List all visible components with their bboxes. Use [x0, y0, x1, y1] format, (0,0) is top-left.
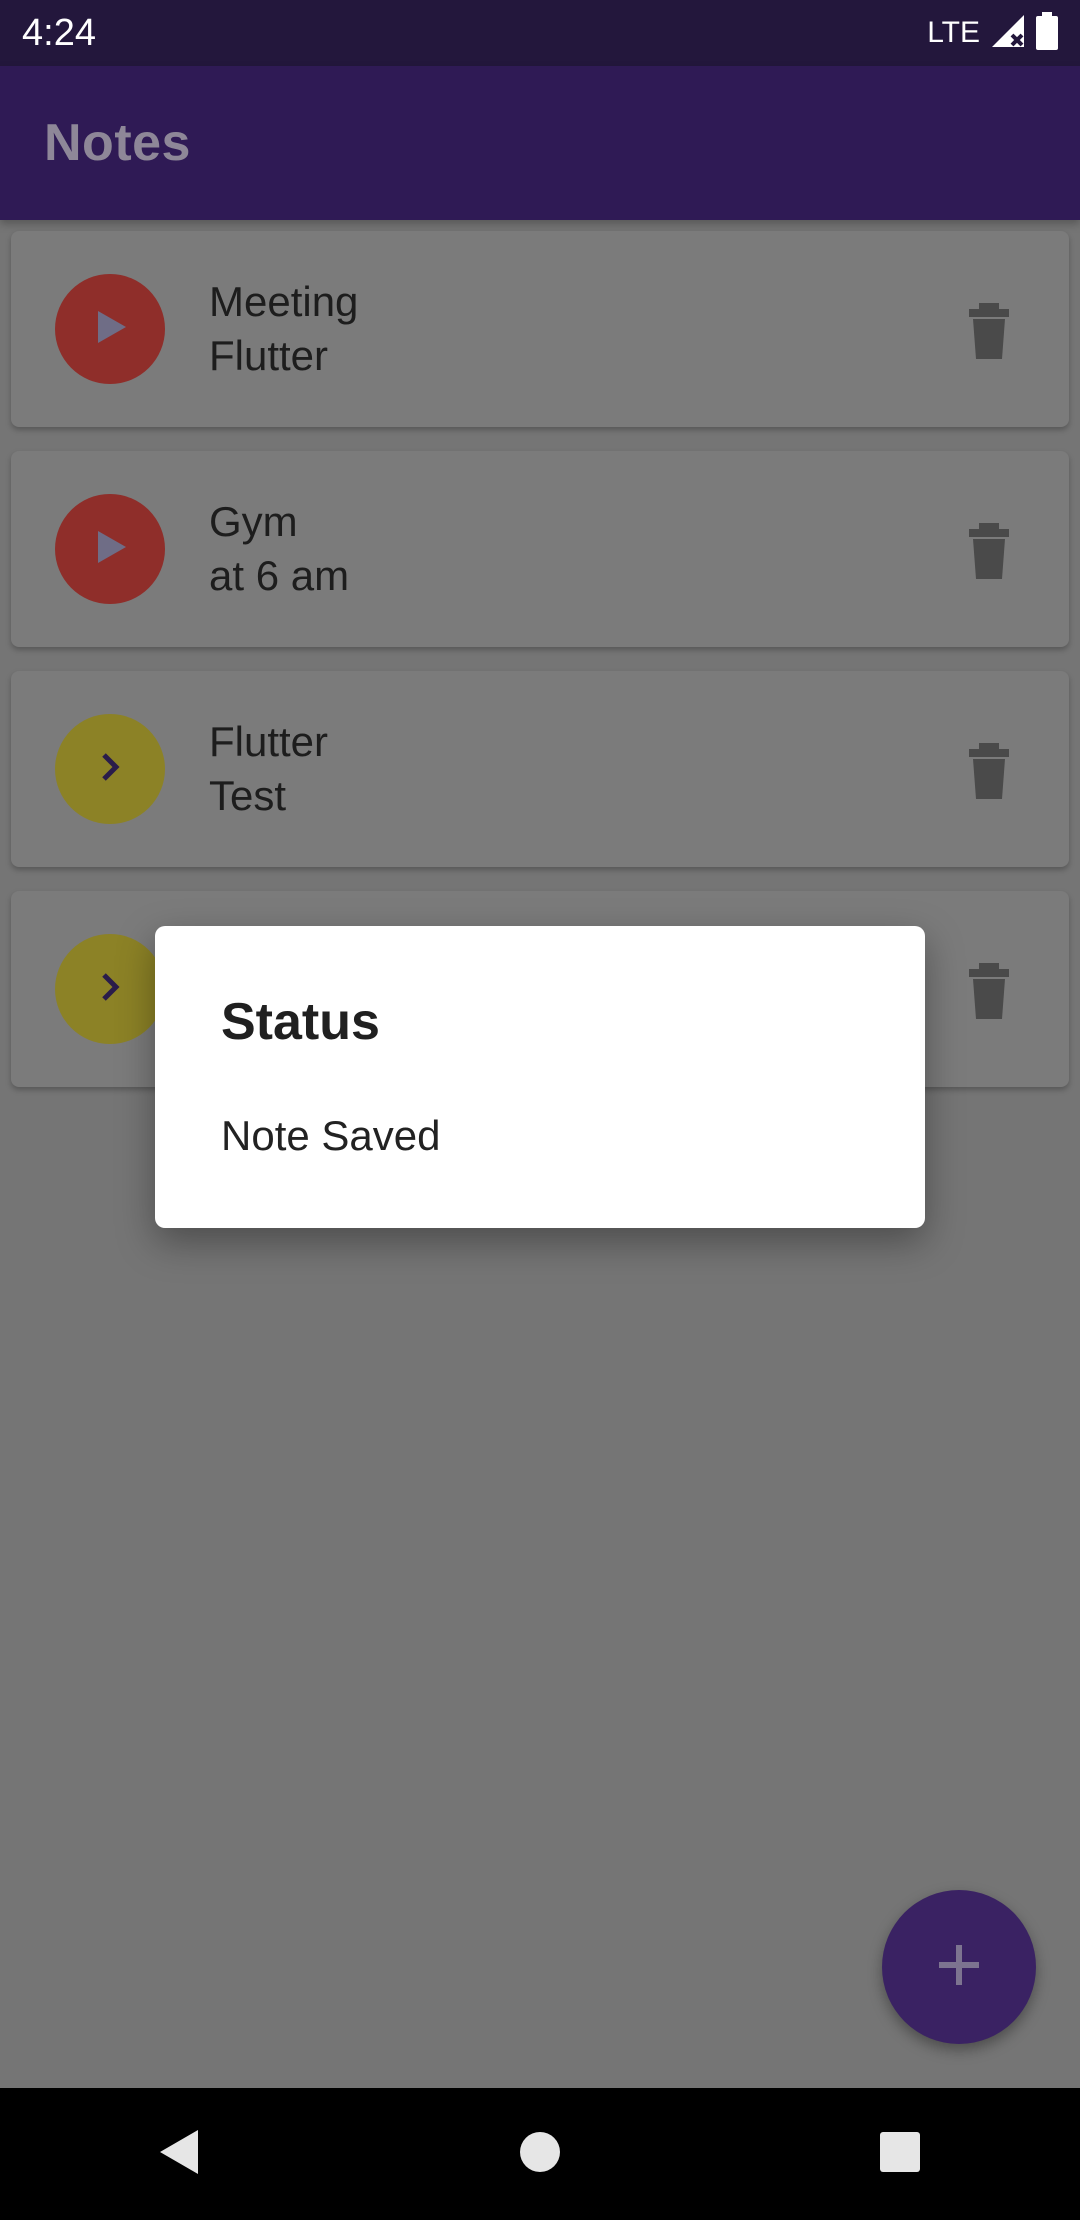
back-button[interactable]	[135, 2109, 225, 2199]
plus-icon	[937, 1943, 981, 1992]
recents-button[interactable]	[855, 2109, 945, 2199]
note-title: Flutter	[209, 718, 329, 765]
delete-icon[interactable]	[965, 303, 1013, 359]
note-card[interactable]: Flutter Test	[11, 671, 1069, 867]
app-bar: Notes	[0, 66, 1080, 220]
add-note-button[interactable]	[882, 1890, 1036, 2044]
note-title: Gym	[209, 498, 298, 545]
dialog-title: Status	[221, 993, 380, 1051]
priority-avatar	[55, 494, 165, 604]
note-card[interactable]: Meeting Flutter	[11, 231, 1069, 427]
delete-icon[interactable]	[965, 523, 1013, 579]
priority-avatar	[55, 714, 165, 824]
navigation-bar	[0, 2088, 1080, 2220]
delete-icon[interactable]	[965, 963, 1013, 1019]
battery-icon	[1036, 11, 1058, 55]
delete-icon[interactable]	[965, 743, 1013, 799]
dialog-message: Note Saved	[221, 1112, 441, 1159]
signal-icon	[990, 13, 1026, 54]
chevron-right-icon	[90, 967, 130, 1012]
priority-avatar	[55, 274, 165, 384]
home-icon	[518, 2130, 562, 2179]
play-icon	[90, 307, 130, 352]
play-icon	[90, 527, 130, 572]
recents-icon	[878, 2130, 922, 2179]
status-icons: LTE	[927, 11, 1058, 55]
note-card[interactable]: Gym at 6 am	[11, 451, 1069, 647]
network-type: LTE	[927, 16, 980, 49]
status-dialog[interactable]: Status Note Saved	[155, 926, 925, 1228]
home-button[interactable]	[495, 2109, 585, 2199]
back-icon	[158, 2128, 202, 2181]
app-title: Notes	[44, 114, 191, 172]
status-time: 4:24	[22, 11, 96, 54]
note-description: Flutter	[209, 332, 329, 379]
chevron-right-icon	[90, 747, 130, 792]
note-description: at 6 am	[209, 552, 350, 599]
note-title: Meeting	[209, 278, 359, 325]
status-bar: 4:24 LTE	[0, 0, 1080, 66]
note-description: Test	[209, 772, 287, 819]
priority-avatar	[55, 934, 165, 1044]
